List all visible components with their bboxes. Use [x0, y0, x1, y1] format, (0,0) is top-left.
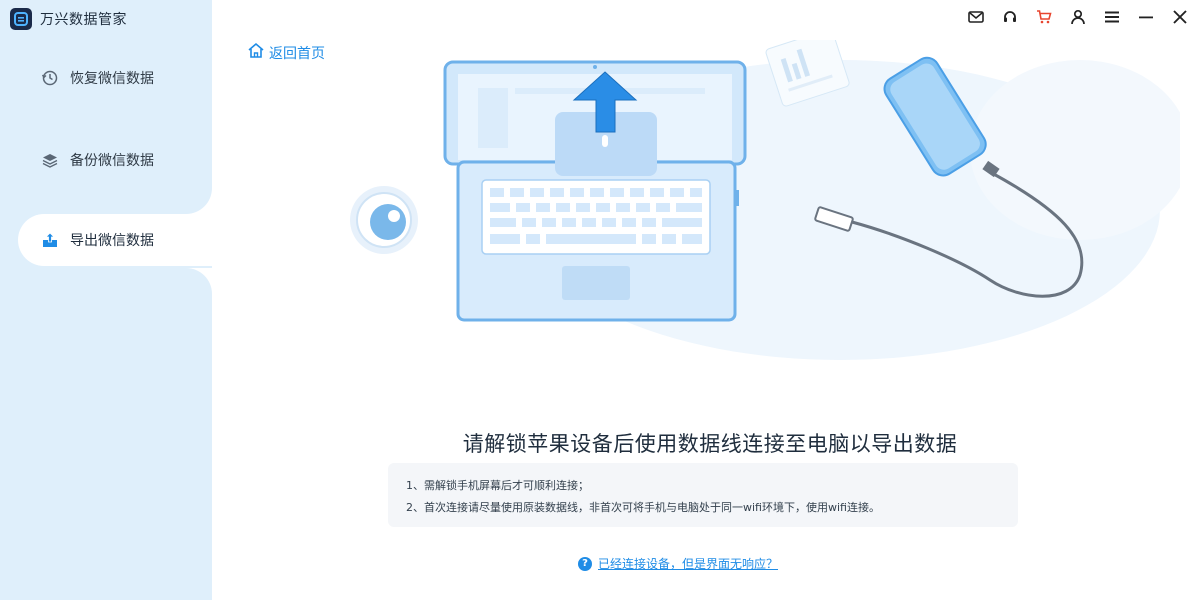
titlebar — [966, 6, 1190, 28]
question-icon: ? — [578, 556, 592, 571]
user-icon[interactable] — [1068, 6, 1088, 28]
sidebar: 万兴数据管家 恢复微信数据 备份微信数据 导出微信数据 — [0, 0, 212, 600]
tip-line: 1、需解锁手机屏幕后才可顺利连接； — [406, 479, 589, 492]
sidebar-curve — [162, 188, 212, 214]
headset-icon[interactable] — [1000, 6, 1020, 28]
app-logo-icon — [10, 8, 32, 30]
sidebar-item-restore[interactable]: 恢复微信数据 — [18, 52, 212, 104]
sidebar-item-label: 导出微信数据 — [70, 233, 154, 249]
restore-clock-icon — [40, 68, 60, 88]
sidebar-item-backup[interactable]: 备份微信数据 — [18, 134, 212, 186]
tips-box: 1、需解锁手机屏幕后才可顺利连接； 2、首次连接请尽量使用原装数据线，非首次可将… — [388, 463, 1018, 527]
layers-icon — [40, 150, 60, 170]
export-upload-icon — [40, 230, 60, 250]
chat-bubble-icon — [350, 186, 418, 254]
menu-icon[interactable] — [1102, 6, 1122, 28]
sidebar-item-export[interactable]: 导出微信数据 — [18, 214, 212, 266]
sidebar-item-label: 恢复微信数据 — [70, 71, 154, 87]
sidebar-curve — [162, 268, 212, 294]
cart-icon[interactable] — [1034, 6, 1054, 28]
mail-icon[interactable] — [966, 6, 986, 28]
laptop-icon — [443, 60, 747, 322]
tip-line: 2、首次连接请尽量使用原装数据线，非首次可将手机与电脑处于同一wifi环境下，使… — [406, 501, 880, 514]
connect-illustration — [350, 40, 1180, 360]
help-link-text[interactable]: 已经连接设备，但是界面无响应？ — [598, 555, 778, 572]
app-title: 万兴数据管家 — [40, 12, 127, 28]
app-header: 万兴数据管家 — [10, 8, 127, 30]
sidebar-item-label: 备份微信数据 — [70, 153, 154, 169]
minimize-icon[interactable] — [1136, 6, 1156, 28]
home-icon — [247, 42, 265, 63]
close-icon[interactable] — [1170, 6, 1190, 28]
page-heading: 请解锁苹果设备后使用数据线连接至电脑以导出数据 — [462, 432, 958, 456]
help-link[interactable]: ? 已经连接设备，但是界面无响应？ — [578, 555, 778, 572]
